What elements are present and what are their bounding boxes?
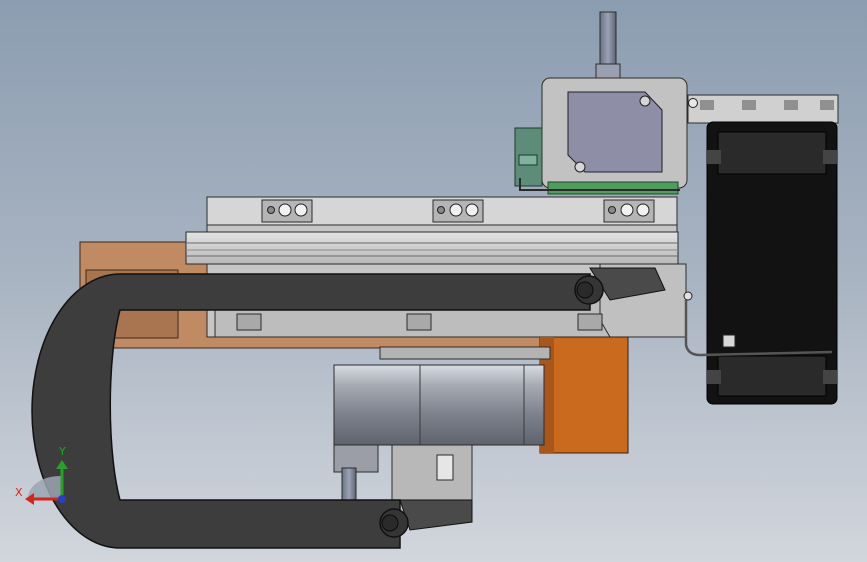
motor-encoder-housing[interactable] — [539, 336, 629, 454]
z-axis-dot — [58, 495, 66, 503]
servo-drive-unit[interactable] — [514, 11, 688, 195]
y-axis-label: Y — [58, 445, 66, 458]
assembly-model[interactable]: X Y — [0, 0, 867, 562]
cooling-fan[interactable] — [706, 121, 838, 405]
cad-viewport[interactable]: X Y — [0, 0, 867, 562]
cable-screw — [683, 291, 693, 301]
linear-guide-rail[interactable] — [185, 231, 679, 265]
aluminum-extrusion-profile — [687, 94, 839, 124]
servo-motor-body[interactable] — [333, 346, 551, 501]
x-axis-label: X — [15, 486, 23, 499]
